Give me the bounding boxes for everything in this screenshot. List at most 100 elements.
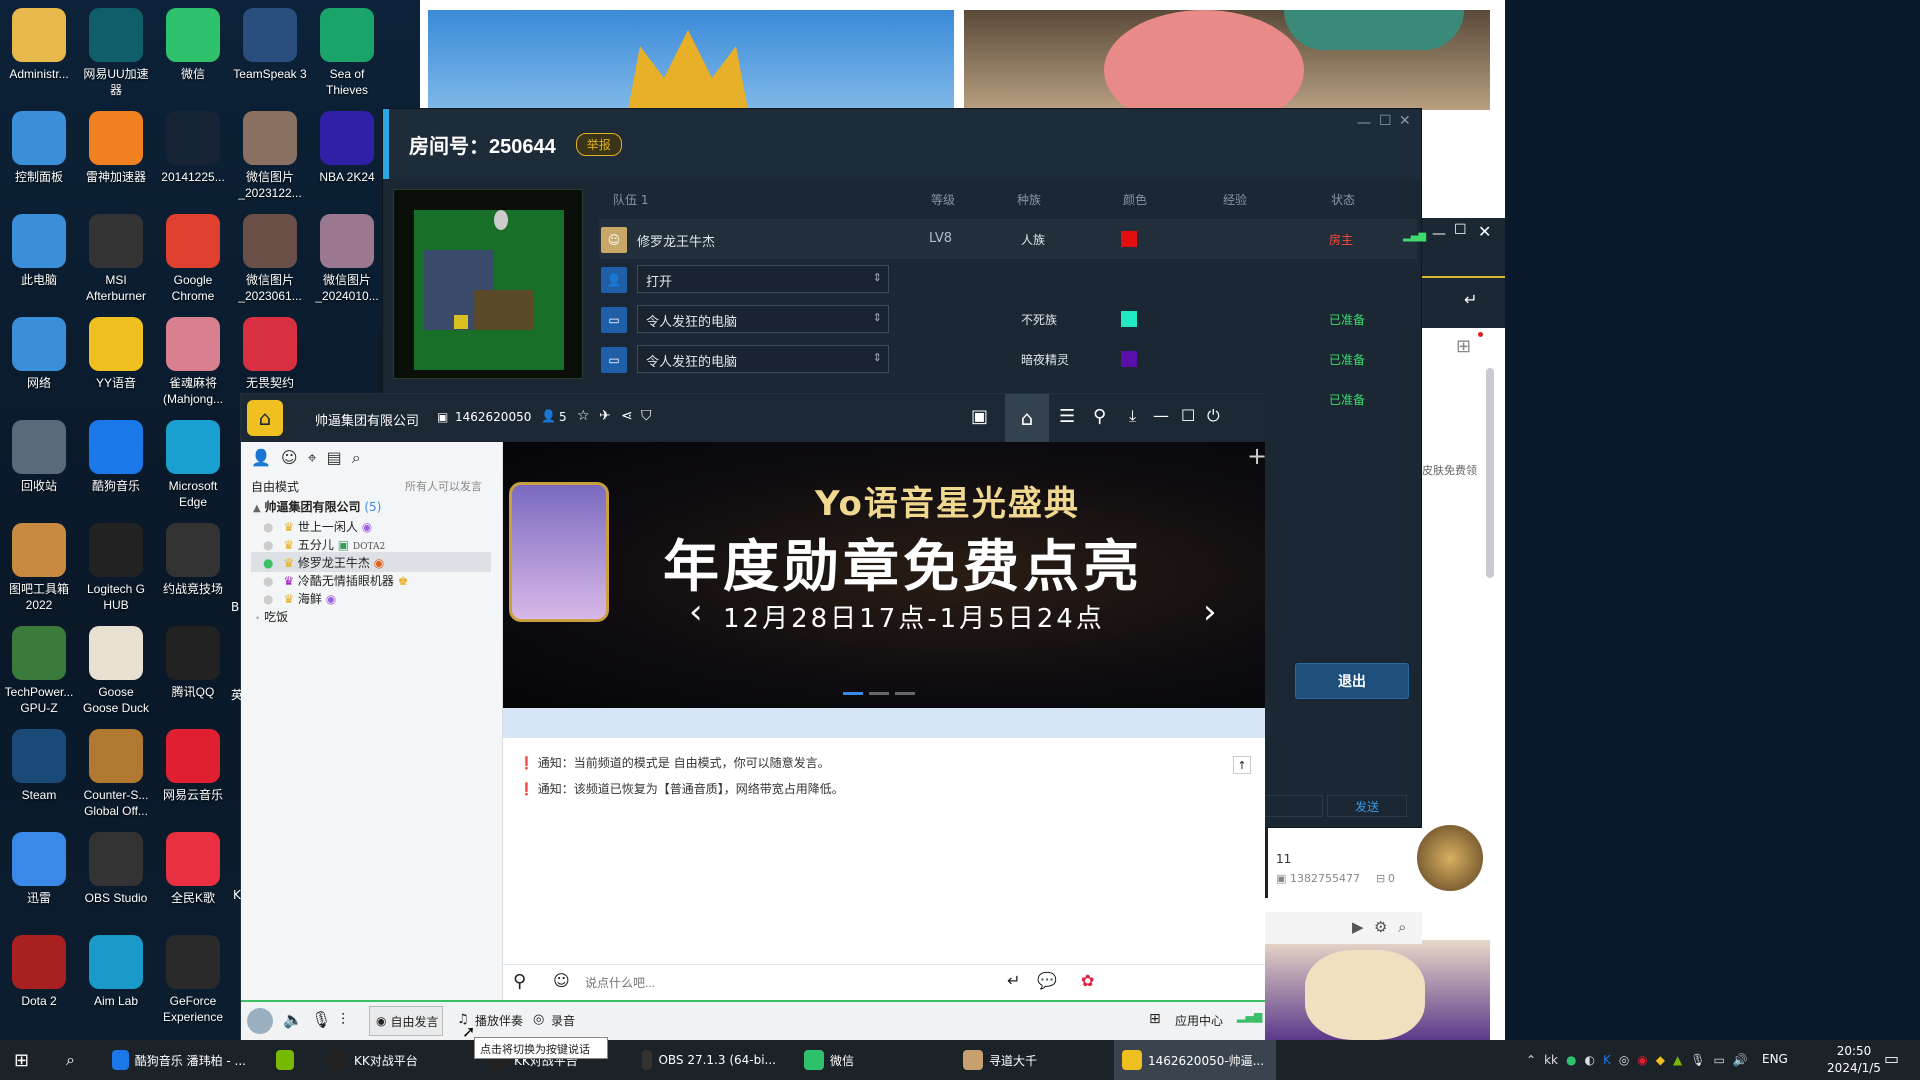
plane-icon[interactable]: ✈: [599, 408, 611, 424]
close-icon[interactable]: ✕: [1399, 113, 1411, 129]
desktop-icon[interactable]: 回收站: [2, 414, 76, 516]
chat-input[interactable]: [1263, 795, 1323, 817]
carousel-dot-active[interactable]: [843, 692, 863, 695]
desktop-icon[interactable]: MSI Afterburner: [79, 208, 153, 310]
desktop-icon[interactable]: GeForce Experience: [156, 929, 230, 1031]
yy-tray-icon[interactable]: ◆: [1656, 1053, 1665, 1067]
add-icon[interactable]: +: [1247, 442, 1265, 470]
player-row[interactable]: ▭ 令人发狂的电脑 暗夜精灵 已准备: [599, 339, 1417, 379]
start-button[interactable]: ⊞: [6, 1040, 40, 1080]
desktop-icon[interactable]: 雷神加速器: [79, 105, 153, 207]
exit-button[interactable]: 退出: [1295, 663, 1409, 699]
thumbnail-lakers[interactable]: [1265, 940, 1490, 1040]
download-icon[interactable]: ⤓: [1129, 406, 1136, 426]
accompany-label[interactable]: 播放伴奏: [475, 1012, 523, 1029]
app-center-label[interactable]: 应用中心: [1175, 1012, 1223, 1029]
carousel-dot[interactable]: [895, 692, 915, 695]
speech-bubble-icon[interactable]: 💬: [1037, 971, 1057, 990]
desktop-icon[interactable]: 微信图片_2024010...: [310, 208, 384, 310]
chat-icon[interactable]: ☺: [281, 448, 298, 468]
send-button[interactable]: 发送: [1327, 795, 1407, 817]
member-item-selected[interactable]: ● ♛ 修罗龙王牛杰 ◉: [251, 552, 491, 572]
member-item[interactable]: ● ♛ 冷酷无情插眼机器 ♚: [263, 572, 409, 589]
maximize-icon[interactable]: ☐: [1181, 406, 1195, 425]
desktop-icon[interactable]: 20141225...: [156, 105, 230, 207]
clock-date[interactable]: 2024/1/5: [1816, 1061, 1892, 1075]
mixer-icon[interactable]: ⫶: [341, 1010, 345, 1030]
member-item[interactable]: ● ♛ 世上一闲人 ◉: [263, 518, 372, 535]
clock-time[interactable]: 20:50: [1824, 1044, 1884, 1058]
prev-arrow-icon[interactable]: ‹: [689, 592, 703, 632]
location-icon[interactable]: ⌖: [308, 448, 317, 468]
power-icon[interactable]: ⏻: [1207, 406, 1220, 426]
collapse-icon[interactable]: ▲: [253, 503, 261, 514]
subchannel-item[interactable]: • 吃饭: [255, 608, 288, 625]
slot-select[interactable]: 令人发狂的电脑: [637, 305, 889, 333]
desktop-icon[interactable]: Administr...: [2, 2, 76, 104]
desktop-icon[interactable]: 控制面板: [2, 105, 76, 207]
apps-grid-icon[interactable]: ⊞: [1456, 336, 1471, 357]
desktop-icon[interactable]: 微信: [156, 2, 230, 104]
desktop-icon[interactable]: 图吧工具箱2022: [2, 517, 76, 619]
desktop-icon[interactable]: Logitech G HUB: [79, 517, 153, 619]
settings-icon[interactable]: ⚙: [1374, 918, 1387, 936]
desktop-icon[interactable]: OBS Studio: [79, 826, 153, 928]
record-label[interactable]: 录音: [551, 1012, 575, 1029]
desktop-icon[interactable]: 全民K歌: [156, 826, 230, 928]
taskbar-item[interactable]: KK对战平台: [320, 1040, 468, 1080]
search-icon[interactable]: ⌕: [1398, 918, 1406, 936]
kugou-tray-icon[interactable]: K: [1603, 1053, 1611, 1067]
desktop-icon[interactable]: 雀魂麻将(Mahjong...: [156, 311, 230, 413]
chat-input[interactable]: [585, 971, 985, 995]
record-icon[interactable]: ◎: [533, 1012, 544, 1027]
desktop-icon[interactable]: 酷狗音乐: [79, 414, 153, 516]
desktop-icon[interactable]: NBA 2K24: [310, 105, 384, 207]
desktop-icon[interactable]: 约战竞技场: [156, 517, 230, 619]
thumbnail-cartoon[interactable]: [964, 10, 1490, 110]
search-icon[interactable]: ⌕: [352, 448, 361, 468]
network-tray-icon[interactable]: ▭: [1713, 1053, 1724, 1067]
taskbar-item[interactable]: 微信: [796, 1040, 916, 1080]
desktop-icon[interactable]: Steam: [2, 723, 76, 825]
desktop-icon[interactable]: Counter-S... Global Off...: [79, 723, 153, 825]
scroll-top-icon[interactable]: ↑: [1233, 756, 1251, 774]
flower-icon[interactable]: ✿: [1081, 971, 1094, 990]
desktop-icon[interactable]: 微信图片_2023061...: [233, 208, 307, 310]
channel-root[interactable]: ▲ 帅逼集团有限公司 (5): [253, 498, 381, 515]
desktop-icon[interactable]: TeamSpeak 3: [233, 2, 307, 104]
badge-avatar[interactable]: [1414, 822, 1486, 894]
desktop-icon[interactable]: 网络: [2, 311, 76, 413]
close-icon[interactable]: ✕: [1478, 222, 1491, 241]
list-icon[interactable]: ☰: [1059, 406, 1075, 427]
minimize-icon[interactable]: —: [1432, 226, 1446, 242]
slot-select[interactable]: 打开: [637, 265, 889, 293]
desktop-icon[interactable]: Google Chrome: [156, 208, 230, 310]
notes-icon[interactable]: ▤: [327, 448, 342, 468]
share-icon[interactable]: ⋖: [621, 408, 633, 424]
slot-select[interactable]: 令人发狂的电脑: [637, 345, 889, 373]
home-icon[interactable]: ⌂: [1005, 394, 1049, 442]
speaker-icon[interactable]: 🔈: [283, 1010, 303, 1029]
thumbnail-crown[interactable]: [428, 10, 954, 110]
desktop-icon[interactable]: 网易UU加速器: [79, 2, 153, 104]
taskbar-item[interactable]: [268, 1040, 308, 1080]
user-icon[interactable]: 👤: [251, 448, 271, 468]
qq-tray-icon[interactable]: ◐: [1584, 1053, 1594, 1067]
scrollbar[interactable]: [1486, 368, 1494, 578]
desktop-icon[interactable]: Aim Lab: [79, 929, 153, 1031]
desktop-icon[interactable]: Dota 2: [2, 929, 76, 1031]
enter-icon[interactable]: ↵: [1007, 971, 1020, 990]
avatar[interactable]: [247, 1008, 273, 1034]
desktop-icon[interactable]: 网易云音乐: [156, 723, 230, 825]
report-button[interactable]: 举报: [575, 132, 622, 156]
wechat-tray-icon[interactable]: ●: [1566, 1053, 1576, 1067]
player-row[interactable]: ☺ 修罗龙王牛杰 LV8 人族 房主 ▂▄▆: [599, 219, 1426, 259]
tray-arrow-icon[interactable]: ⌃: [1526, 1053, 1536, 1067]
video-icon[interactable]: ▣: [971, 406, 988, 427]
member-item[interactable]: ● ♛ 海鲜 ◉: [263, 590, 336, 607]
mic-tray-icon[interactable]: 🎙: [1690, 1053, 1705, 1067]
taskbar-item[interactable]: 寻道大千: [955, 1040, 1105, 1080]
desktop-icon[interactable]: Microsoft Edge: [156, 414, 230, 516]
desktop-icon[interactable]: Goose Goose Duck: [79, 620, 153, 722]
desktop-icon[interactable]: TechPower... GPU-Z: [2, 620, 76, 722]
